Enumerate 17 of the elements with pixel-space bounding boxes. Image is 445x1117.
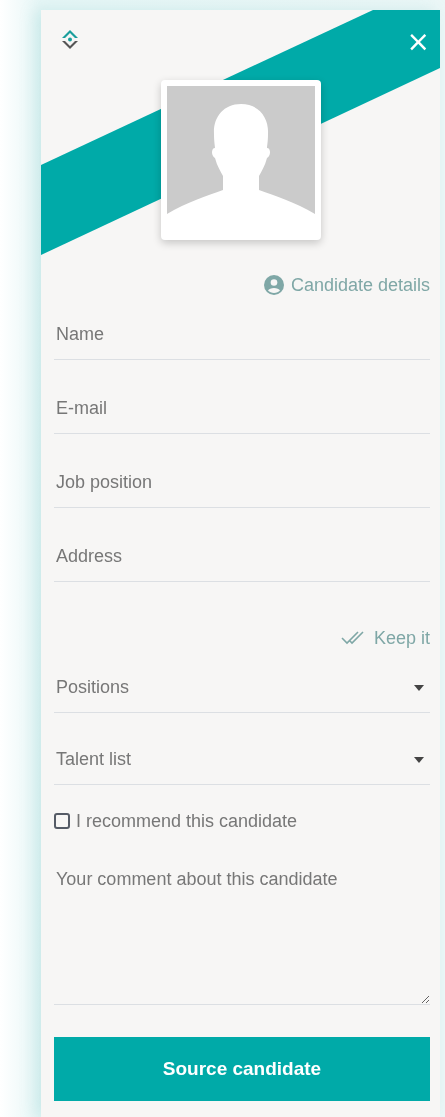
caret-icon <box>414 684 424 691</box>
close-button[interactable]: × <box>406 29 430 55</box>
source-candidate-button[interactable]: Source candidate <box>54 1037 430 1101</box>
checkbox-label: I recommend this candidate <box>76 810 298 832</box>
checkbox[interactable] <box>54 813 70 829</box>
dropdown-field[interactable]: Talent list <box>54 735 430 785</box>
candidate-details-link[interactable]: Candidate details <box>263 273 430 297</box>
comment-field[interactable]: Your comment about this candidate <box>54 855 430 1005</box>
dropdown-field[interactable]: Positions <box>54 663 430 713</box>
keep-it-link[interactable]: Keep it <box>340 626 430 650</box>
text-field[interactable]: Name <box>54 310 430 360</box>
text-field[interactable]: Address <box>54 532 430 582</box>
double-check-icon <box>340 631 367 645</box>
user-icon <box>263 275 284 295</box>
text-field[interactable]: Job position <box>54 458 430 508</box>
caret-icon <box>414 756 424 763</box>
text-field[interactable]: E-mail <box>54 384 430 434</box>
